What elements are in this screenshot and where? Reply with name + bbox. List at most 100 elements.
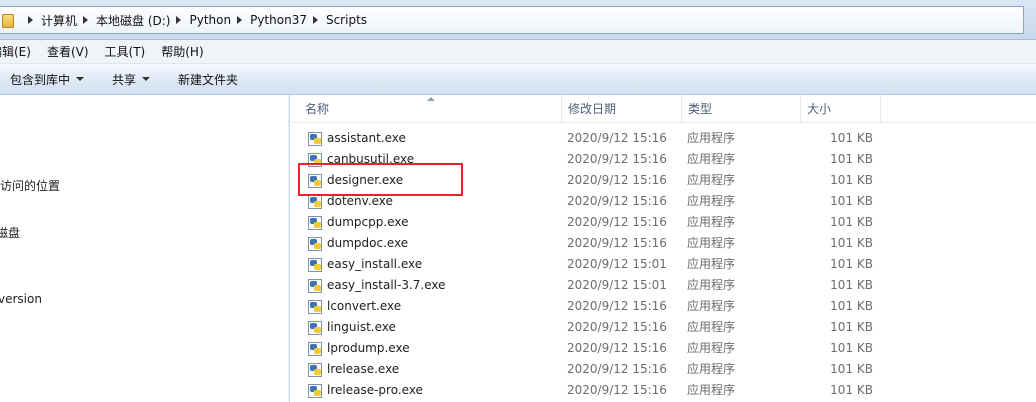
file-date: 2020/9/12 15:16 [567, 299, 667, 313]
file-date: 2020/9/12 15:16 [567, 320, 667, 334]
file-name: assistant.exe [327, 131, 406, 145]
column-header-date[interactable]: 修改日期 [562, 95, 682, 123]
breadcrumb-python[interactable]: Python [170, 13, 231, 27]
file-date: 2020/9/12 15:16 [567, 173, 667, 187]
file-date: 2020/9/12 15:16 [567, 341, 667, 355]
file-type: 应用程序 [687, 152, 736, 166]
file-name: lrelease-pro.exe [327, 383, 423, 397]
file-row-lrelease-pro[interactable]: lrelease-pro.exe 2020/9/12 15:16 应用程序 10… [291, 380, 1036, 401]
file-type: 应用程序 [687, 173, 736, 187]
python-exe-icon [307, 236, 323, 252]
breadcrumb-python37[interactable]: Python37 [231, 13, 307, 27]
python-exe-icon [307, 383, 323, 399]
menu-view[interactable]: 查看(V) [47, 43, 89, 60]
pane-splitter[interactable] [288, 95, 290, 402]
file-date: 2020/9/12 15:16 [567, 215, 667, 229]
column-headers: 名称 修改日期 类型 大小 [291, 95, 1036, 123]
file-size: 101 KB [830, 278, 873, 292]
chevron-right-icon[interactable] [237, 16, 243, 24]
column-header-name[interactable]: 名称 [299, 95, 562, 123]
highlight-box [298, 163, 463, 196]
file-type: 应用程序 [687, 383, 736, 397]
nav-item-recent-places[interactable]: 访问的位置 [0, 177, 60, 194]
chevron-right-icon[interactable] [176, 16, 182, 24]
file-size: 101 KB [830, 299, 873, 313]
file-row-lprodump[interactable]: lprodump.exe 2020/9/12 15:16 应用程序 101 KB [291, 338, 1036, 359]
python-exe-icon [307, 215, 323, 231]
folder-icon [2, 13, 16, 28]
file-size: 101 KB [830, 236, 873, 250]
python-exe-icon [307, 278, 323, 294]
file-type: 应用程序 [687, 278, 736, 292]
python-exe-icon [307, 320, 323, 336]
python-exe-icon [307, 362, 323, 378]
file-date: 2020/9/12 15:16 [567, 362, 667, 376]
menu-bar: 编辑(E) 查看(V) 工具(T) 帮助(H) [0, 40, 1036, 64]
file-type: 应用程序 [687, 362, 736, 376]
menu-tools[interactable]: 工具(T) [105, 43, 146, 60]
file-type: 应用程序 [687, 257, 736, 271]
column-header-size[interactable]: 大小 [801, 95, 881, 123]
file-name: lprodump.exe [327, 341, 410, 355]
nav-item-version[interactable]: version [0, 292, 42, 306]
file-type: 应用程序 [687, 131, 736, 145]
file-name: easy_install.exe [327, 257, 423, 271]
breadcrumb-scripts[interactable]: Scripts [307, 13, 367, 27]
file-type: 应用程序 [687, 194, 736, 208]
include-in-library-label: 包含到库中 [10, 72, 71, 87]
file-date: 2020/9/12 15:16 [567, 194, 667, 208]
file-row-dumpdoc[interactable]: dumpdoc.exe 2020/9/12 15:16 应用程序 101 KB [291, 233, 1036, 254]
file-date: 2020/9/12 15:16 [567, 383, 667, 397]
file-row-lconvert[interactable]: lconvert.exe 2020/9/12 15:16 应用程序 101 KB [291, 296, 1036, 317]
file-size: 101 KB [830, 320, 873, 334]
share-label: 共享 [112, 72, 137, 87]
nav-item-disk[interactable]: 磁盘 [0, 224, 20, 241]
python-exe-icon [307, 131, 323, 147]
file-row-easy-install-37[interactable]: easy_install-3.7.exe 2020/9/12 15:01 应用程… [291, 275, 1036, 296]
chevron-right-icon[interactable] [312, 16, 318, 24]
file-type: 应用程序 [687, 215, 736, 229]
address-box[interactable]: 计算机 本地磁盘 (D:) Python Python37 Scripts [0, 6, 1024, 34]
file-date: 2020/9/12 15:01 [567, 278, 667, 292]
file-size: 101 KB [830, 173, 873, 187]
chevron-down-icon [76, 77, 85, 81]
file-row-linguist[interactable]: linguist.exe 2020/9/12 15:16 应用程序 101 KB [291, 317, 1036, 338]
breadcrumb-drive[interactable]: 本地磁盘 (D:) [77, 12, 170, 29]
breadcrumb-computer[interactable]: 计算机 [22, 12, 77, 29]
breadcrumb-label[interactable]: 计算机 [41, 12, 77, 29]
new-folder-button[interactable]: 新建文件夹 [178, 71, 238, 88]
file-date: 2020/9/12 15:16 [567, 236, 667, 250]
file-row-easy-install[interactable]: easy_install.exe 2020/9/12 15:01 应用程序 10… [291, 254, 1036, 275]
file-size: 101 KB [830, 194, 873, 208]
share-button[interactable]: 共享 [112, 71, 151, 88]
file-size: 101 KB [830, 362, 873, 376]
navigation-pane: ≡ 访问的位置 磁盘 version [0, 95, 288, 402]
file-size: 101 KB [830, 383, 873, 397]
file-row-lrelease[interactable]: lrelease.exe 2020/9/12 15:16 应用程序 101 KB [291, 359, 1036, 380]
chevron-right-icon[interactable] [28, 16, 33, 24]
breadcrumb-label[interactable]: Python [189, 13, 231, 27]
file-date: 2020/9/12 15:16 [567, 131, 667, 145]
file-row-dumpcpp[interactable]: dumpcpp.exe 2020/9/12 15:16 应用程序 101 KB [291, 212, 1036, 233]
breadcrumb-label[interactable]: Scripts [326, 13, 367, 27]
file-name: lrelease.exe [327, 362, 400, 376]
menu-edit[interactable]: 编辑(E) [0, 43, 31, 60]
file-type: 应用程序 [687, 341, 736, 355]
include-in-library-button[interactable]: 包含到库中 [10, 71, 85, 88]
file-type: 应用程序 [687, 299, 736, 313]
breadcrumb-label[interactable]: 本地磁盘 (D:) [96, 12, 170, 29]
file-row-assistant[interactable]: assistant.exe 2020/9/12 15:16 应用程序 101 K… [291, 128, 1036, 149]
column-header-type[interactable]: 类型 [682, 95, 801, 123]
python-exe-icon [307, 341, 323, 357]
breadcrumb-label[interactable]: Python37 [250, 13, 307, 27]
address-bar: 计算机 本地磁盘 (D:) Python Python37 Scripts [0, 0, 1036, 40]
file-size: 101 KB [830, 341, 873, 355]
menu-help[interactable]: 帮助(H) [161, 43, 203, 60]
chevron-right-icon[interactable] [83, 16, 89, 24]
file-name: dumpdoc.exe [327, 236, 409, 250]
file-size: 101 KB [830, 215, 873, 229]
file-name: lconvert.exe [327, 299, 402, 313]
python-exe-icon [307, 257, 323, 273]
file-type: 应用程序 [687, 236, 736, 250]
file-size: 101 KB [830, 152, 873, 166]
